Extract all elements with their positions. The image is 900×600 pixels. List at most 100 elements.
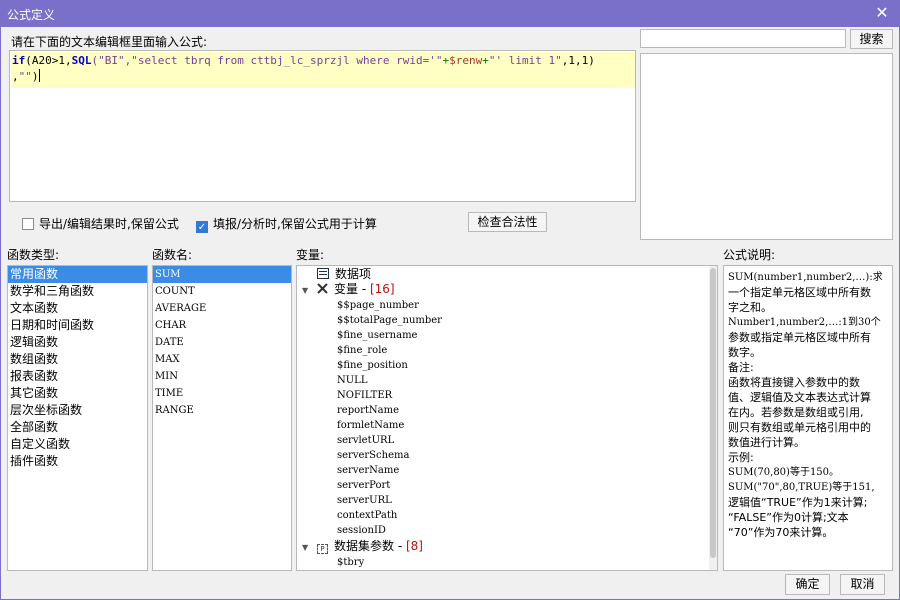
func-name-label: 函数名:: [152, 248, 193, 262]
search-button[interactable]: 搜索: [850, 29, 893, 49]
formula-editor[interactable]: if(A20>1,SQL("BI","select tbrq from cttb…: [9, 50, 636, 202]
tree-variable[interactable]: $fine_username: [337, 328, 417, 343]
tree-dataset-variable[interactable]: $tbry: [337, 555, 364, 570]
description-label: 公式说明:: [723, 248, 776, 262]
dataset-group-count: [8]: [405, 539, 423, 553]
dataset-group-label: 数据集参数 -: [334, 539, 406, 553]
export-keep-label: 导出/编辑结果时,保留公式: [39, 217, 179, 231]
func-type-item[interactable]: 插件函数: [8, 453, 147, 470]
func-type-item[interactable]: 逻辑函数: [8, 334, 147, 351]
token-if: if: [12, 54, 26, 67]
data-item-icon: [317, 268, 329, 279]
func-type-item[interactable]: 报表函数: [8, 368, 147, 385]
description-line: “FALSE”作为0计算;文本: [728, 511, 849, 524]
func-type-item[interactable]: 文本函数: [8, 300, 147, 317]
description-line: Number1,number2,…:1到30个: [728, 317, 881, 328]
description-line: 字之和。: [728, 301, 772, 314]
description-line: 则只有数组或单元格引用中的: [728, 421, 871, 434]
token-query: "select tbrq from cttbj_lc_sprzjl where …: [131, 54, 443, 67]
func-name-item[interactable]: MAX: [153, 351, 291, 368]
chevron-down-icon[interactable]: ▼: [302, 286, 308, 295]
description-line: 一个指定单元格区域中所有数: [728, 286, 871, 299]
variable-group-label: 变量 -: [334, 282, 370, 296]
token-comma: ,: [12, 70, 19, 83]
tree-variable[interactable]: contextPath: [337, 508, 397, 523]
function-type-list[interactable]: 常用函数 数学和三角函数 文本函数 日期和时间函数 逻辑函数 数组函数 报表函数…: [7, 265, 148, 571]
title-bar[interactable]: 公式定义 ✕: [1, 1, 899, 27]
func-type-item[interactable]: 数组函数: [8, 351, 147, 368]
func-type-label: 函数类型:: [7, 248, 60, 262]
tree-variable[interactable]: sessionID: [337, 523, 386, 538]
tree-variable[interactable]: serverURL: [337, 493, 392, 508]
tree-variable[interactable]: $fine_position: [337, 358, 408, 373]
func-name-item[interactable]: DATE: [153, 334, 291, 351]
description-line: SUM(number1,number2,…):求: [728, 272, 883, 283]
func-type-item[interactable]: 全部函数: [8, 419, 147, 436]
search-results-panel[interactable]: [640, 53, 893, 240]
cancel-button[interactable]: 取消: [840, 574, 885, 595]
description-line: 示例:: [728, 451, 754, 464]
tree-variable[interactable]: $fine_role: [337, 343, 387, 358]
description-line: 函数将直接键入参数中的数: [728, 376, 860, 389]
scrollbar-thumb[interactable]: [710, 268, 716, 558]
tree-variable[interactable]: servletURL: [337, 433, 394, 448]
func-name-item[interactable]: COUNT: [153, 283, 291, 300]
description-line: 值、逻辑值及文本表达式计算: [728, 391, 871, 404]
token-cond: (A20>1,: [25, 54, 72, 67]
tree-variable[interactable]: reportName: [337, 403, 399, 418]
variable-label: 变量:: [296, 248, 325, 262]
token-limit: "' limit 1": [488, 54, 562, 67]
chevron-down-icon[interactable]: ▼: [302, 543, 308, 552]
func-type-item[interactable]: 层次坐标函数: [8, 402, 147, 419]
description-line: 备注:: [728, 361, 754, 374]
formula-line-2: ,""): [12, 69, 40, 85]
variable-tree-scrollbar[interactable]: [709, 266, 717, 570]
func-type-item[interactable]: 常用函数: [8, 266, 147, 283]
tree-variable[interactable]: NOFILTER: [337, 388, 392, 403]
export-keep-checkbox[interactable]: [22, 218, 34, 230]
func-type-item[interactable]: 其它函数: [8, 385, 147, 402]
description-line: 数值进行计算。: [728, 436, 805, 449]
dialog-title: 公式定义: [7, 8, 56, 22]
func-name-item[interactable]: SUM: [153, 266, 291, 283]
variable-group-count: [16]: [369, 282, 395, 296]
func-type-item[interactable]: 自定义函数: [8, 436, 147, 453]
tree-data-item[interactable]: 数据项: [317, 267, 371, 282]
description-line: SUM("70",80,TRUE)等于151,: [728, 482, 875, 493]
tree-variable-group[interactable]: 变量 - [16]: [317, 282, 395, 297]
close-icon[interactable]: ✕: [873, 3, 891, 23]
variable-tree[interactable]: 数据项 ▼ 变量 - [16] $$page_number $$totalPag…: [296, 265, 718, 571]
func-type-item[interactable]: 数学和三角函数: [8, 283, 147, 300]
description-line: 在内。若参数是数组或引用,: [728, 406, 864, 419]
tree-variable[interactable]: NULL: [337, 373, 367, 388]
token-sql: SQL: [71, 54, 92, 67]
fill-keep-checkbox[interactable]: ✓: [196, 221, 208, 233]
func-name-item[interactable]: RANGE: [153, 402, 291, 419]
search-input[interactable]: [640, 29, 846, 48]
tree-variable[interactable]: serverPort: [337, 478, 390, 493]
func-type-item[interactable]: 日期和时间函数: [8, 317, 147, 334]
fill-keep-option[interactable]: ✓ 填报/分析时,保留公式用于计算: [196, 215, 377, 233]
tree-dataset-group[interactable]: P 数据集参数 - [8]: [317, 539, 423, 554]
check-validity-button[interactable]: 检查合法性: [468, 212, 547, 232]
description-line: 参数或指定单元格区域中所有: [728, 331, 871, 344]
func-name-item[interactable]: TIME: [153, 385, 291, 402]
token-renw: $renw: [449, 54, 483, 67]
token-empty-string: "": [18, 70, 32, 83]
export-keep-option[interactable]: 导出/编辑结果时,保留公式: [22, 215, 179, 232]
token-bi: ("BI",: [91, 54, 132, 67]
func-name-item[interactable]: AVERAGE: [153, 300, 291, 317]
variable-icon: [317, 283, 328, 294]
func-name-item[interactable]: CHAR: [153, 317, 291, 334]
tree-variable[interactable]: serverSchema: [337, 448, 409, 463]
tree-variable[interactable]: serverName: [337, 463, 399, 478]
tree-variable[interactable]: $$totalPage_number: [337, 313, 442, 328]
func-name-item[interactable]: MIN: [153, 368, 291, 385]
tree-variable[interactable]: formletName: [337, 418, 404, 433]
tree-variable[interactable]: $$page_number: [337, 298, 419, 313]
ok-button[interactable]: 确定: [785, 574, 830, 595]
formula-line-1: if(A20>1,SQL("BI","select tbrq from cttb…: [12, 53, 595, 69]
formula-dialog: 公式定义 ✕ 请在下面的文本编辑框里面输入公式: if(A20>1,SQL("B…: [0, 0, 900, 600]
tree-data-item-label: 数据项: [335, 267, 372, 281]
function-name-list[interactable]: SUM COUNT AVERAGE CHAR DATE MAX MIN TIME…: [152, 265, 292, 571]
